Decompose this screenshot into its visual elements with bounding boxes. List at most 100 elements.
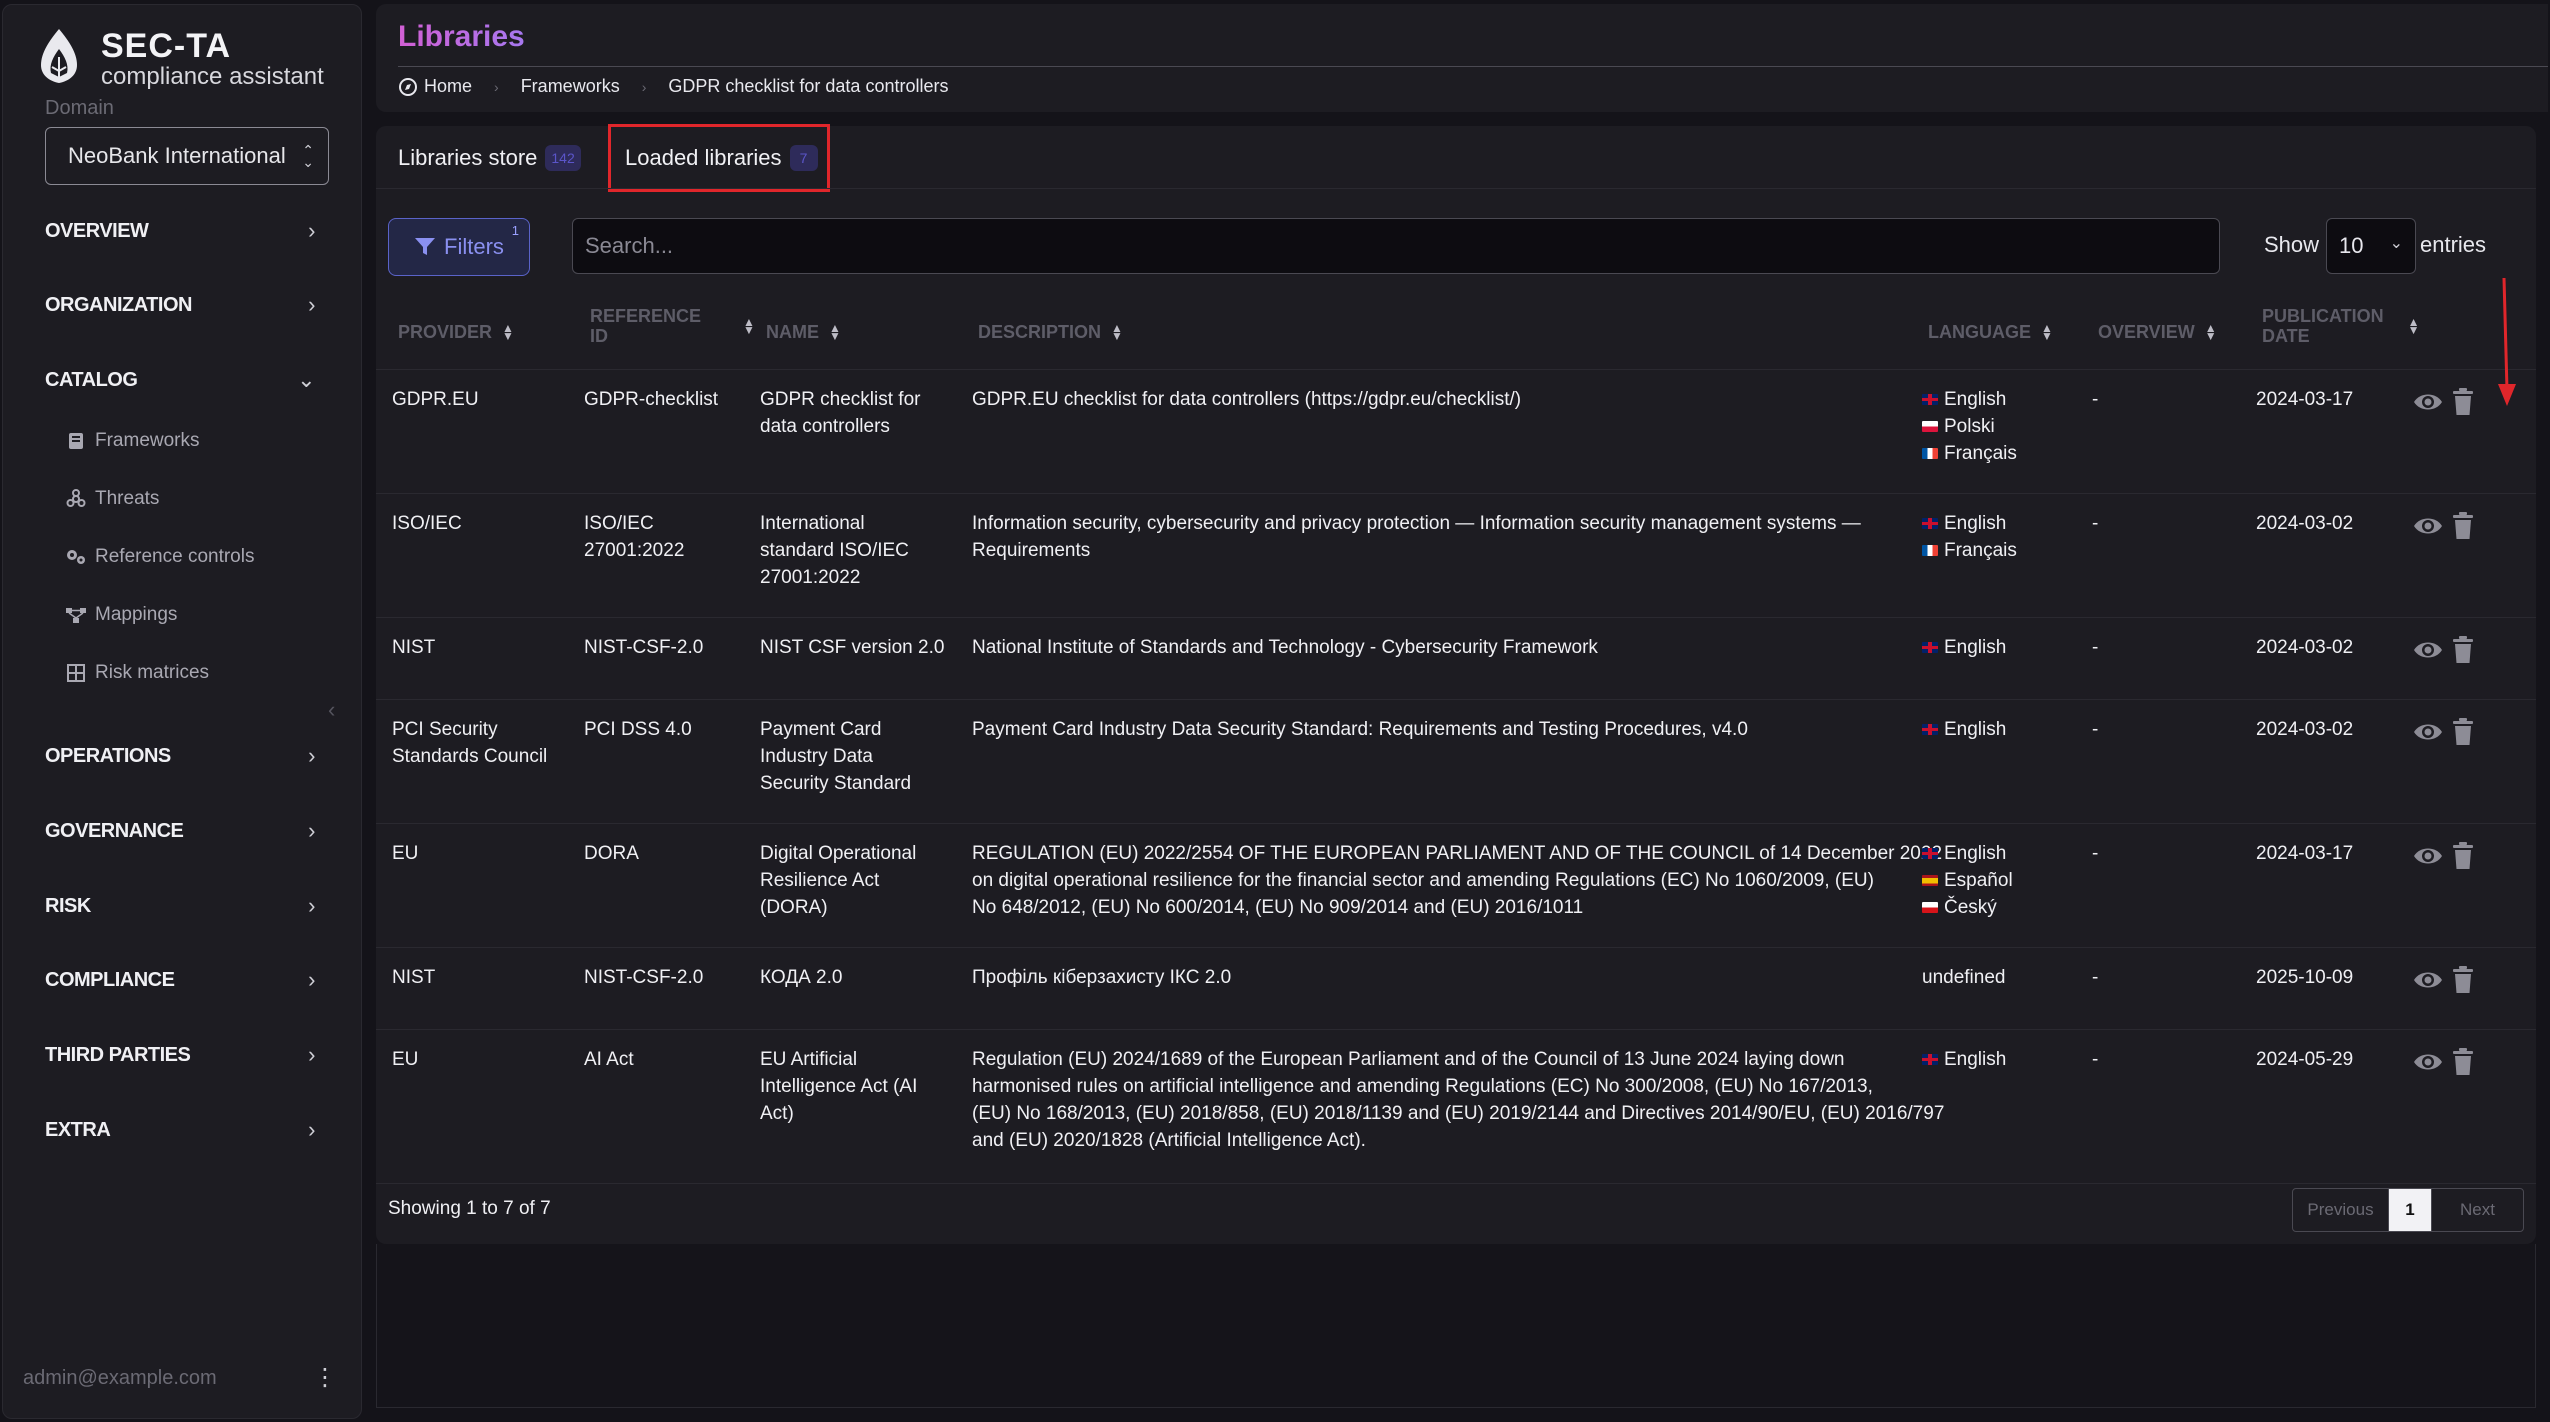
cell-name-line: EU Artificial: [760, 1049, 858, 1070]
table-row[interactable]: EU AI Act EU Artificial Intelligence Act (A…: [376, 1030, 2536, 1184]
cell-name-line: 27001:2022: [760, 567, 861, 588]
cell-publication-date: 2025-10-09: [2256, 967, 2354, 988]
language-item: English: [1922, 386, 2017, 413]
nav-third-parties[interactable]: THIRD PARTIES ›: [45, 1035, 315, 1075]
cell-reference-id: GDPR-checklist: [584, 386, 718, 413]
cell-description-line: on digital operational resilience for th…: [972, 870, 1874, 891]
nav-organization[interactable]: ORGANIZATION ›: [45, 285, 315, 325]
domain-select[interactable]: NeoBank International ⌃ ⌄: [45, 127, 329, 185]
cell-reference-id-line: NIST-CSF-2.0: [584, 967, 704, 988]
nav-item-reference-controls[interactable]: Reference controls: [65, 539, 254, 575]
trash-icon[interactable]: [2452, 1048, 2474, 1076]
cell-description-line: GDPR.EU checklist for data controllers (…: [972, 389, 1522, 410]
trash-icon[interactable]: [2452, 512, 2474, 540]
trash-icon[interactable]: [2452, 636, 2474, 664]
cell-name: КОДА 2.0: [760, 964, 842, 991]
nav-compliance[interactable]: COMPLIANCE ›: [45, 960, 315, 1000]
eye-icon[interactable]: [2412, 720, 2444, 744]
eye-icon[interactable]: [2412, 390, 2444, 414]
cell-reference-id-line: 27001:2022: [584, 540, 685, 561]
page-1-button[interactable]: 1: [2389, 1189, 2431, 1231]
tab-libraries-store-count: 142: [545, 145, 581, 171]
nav-risk[interactable]: RISK ›: [45, 886, 315, 926]
app-logo[interactable]: SEC-TA compliance assistant: [37, 27, 357, 90]
header-divider: [398, 66, 2548, 67]
arrow-annotation-icon: [2498, 278, 2516, 406]
column-provider[interactable]: PROVIDER ▲ ▼: [398, 322, 514, 342]
filters-button[interactable]: Filters 1: [388, 218, 530, 276]
collapse-sidebar-icon[interactable]: ‹: [328, 697, 335, 723]
cell-overview: -: [2092, 513, 2099, 534]
nav-organization-label: ORGANIZATION: [45, 293, 192, 316]
nav-overview[interactable]: OVERVIEW ›: [45, 211, 315, 251]
nav-operations[interactable]: OPERATIONS ›: [45, 736, 315, 776]
column-overview[interactable]: OVERVIEW ▲ ▼: [2098, 322, 2217, 342]
column-reference-id-line1: REFERENCE: [590, 306, 702, 326]
breadcrumb-home[interactable]: Home: [424, 76, 472, 97]
language-name: undefined: [1922, 967, 2006, 988]
cell-name: EU Artificial Intelligence Act (AI Act): [760, 1046, 917, 1127]
nav-governance-label: GOVERNANCE: [45, 819, 184, 842]
nav-item-threats[interactable]: Threats: [65, 481, 159, 517]
nav-item-mappings[interactable]: Mappings: [65, 597, 177, 633]
nav-third-parties-label: THIRD PARTIES: [45, 1043, 191, 1066]
more-vertical-icon[interactable]: ⋮: [313, 1363, 337, 1392]
chevron-down-icon: ⌄: [297, 367, 315, 392]
table-row[interactable]: GDPR.EU GDPR-checklist GDPR checklist for d…: [376, 370, 2536, 494]
trash-icon[interactable]: [2452, 966, 2474, 994]
eye-icon[interactable]: [2412, 638, 2444, 662]
breadcrumb-frameworks[interactable]: Frameworks: [521, 76, 620, 97]
column-language[interactable]: LANGUAGE ▲ ▼: [1928, 322, 2053, 342]
column-publication-date[interactable]: PUBLICATION DATE ▲ ▼: [2262, 306, 2420, 346]
language-name: English: [1944, 513, 2007, 534]
table-row[interactable]: NIST NIST-CSF-2.0 NIST CSF version 2.0 Nati…: [376, 618, 2536, 700]
nav-governance[interactable]: GOVERNANCE ›: [45, 811, 315, 851]
entries-select[interactable]: 10 ⌄: [2326, 218, 2416, 274]
chevron-right-icon: ›: [308, 292, 315, 317]
cell-provider: NIST: [392, 634, 435, 661]
nav-item-frameworks[interactable]: Frameworks: [65, 423, 200, 459]
language-name: English: [1944, 637, 2007, 658]
cell-description-line: and (EU) 2020/1828 (Artificial Intellige…: [972, 1130, 1366, 1151]
cell-name-line: (DORA): [760, 897, 828, 918]
language-name: Polski: [1944, 416, 1995, 437]
cell-reference-id-line: PCI DSS 4.0: [584, 719, 692, 740]
nav-catalog[interactable]: CATALOG ⌄: [45, 360, 315, 400]
eye-icon[interactable]: [2412, 968, 2444, 992]
eye-icon[interactable]: [2412, 844, 2444, 868]
cell-language: English Polski Français: [1922, 386, 2017, 467]
eye-icon[interactable]: [2412, 1050, 2444, 1074]
flag-pl-icon: [1922, 421, 1938, 432]
trash-icon[interactable]: [2452, 718, 2474, 746]
language-name: Français: [1944, 540, 2017, 561]
table-row[interactable]: PCI Security Standards Council PCI DSS 4.0…: [376, 700, 2536, 824]
sort-icon: ▲ ▼: [2407, 315, 2420, 337]
libraries-panel: Libraries store 142 Loaded libraries 7 F…: [376, 124, 2536, 1244]
app-name: SEC-TA: [101, 27, 232, 65]
table-row[interactable]: ISO/IEC ISO/IEC 27001:2022 International sta…: [376, 494, 2536, 618]
cell-description-line: Профіль кіберзахисту ІКС 2.0: [972, 967, 1232, 988]
funnel-icon: [415, 238, 436, 255]
search-input[interactable]: [572, 218, 2220, 274]
trash-icon[interactable]: [2452, 842, 2474, 870]
column-reference-id[interactable]: REFERENCE ID ▲ ▼: [590, 306, 755, 346]
nav-extra[interactable]: EXTRA ›: [45, 1110, 315, 1150]
cell-publication-date: 2024-05-29: [2256, 1049, 2354, 1070]
next-page-button[interactable]: Next: [2431, 1189, 2523, 1231]
cell-overview: -: [2092, 967, 2099, 988]
column-name[interactable]: NAME ▲ ▼: [766, 322, 841, 342]
previous-page-button[interactable]: Previous: [2293, 1189, 2389, 1231]
domain-value: NeoBank International: [68, 143, 286, 168]
column-description[interactable]: DESCRIPTION ▲ ▼: [978, 322, 1123, 342]
cell-overview: -: [2092, 1049, 2099, 1070]
filters-count: 1: [511, 223, 519, 238]
table-row[interactable]: EU DORA Digital Operational Resilience Act (…: [376, 824, 2536, 948]
eye-icon[interactable]: [2412, 514, 2444, 538]
entries-label: entries: [2420, 232, 2487, 257]
tab-libraries-store[interactable]: Libraries store 142: [398, 132, 581, 184]
column-overview-label: OVERVIEW: [2098, 322, 2195, 342]
trash-icon[interactable]: [2452, 388, 2474, 416]
nav-item-risk-matrices[interactable]: Risk matrices: [65, 655, 209, 691]
language-name: Español: [1944, 870, 2013, 891]
table-row[interactable]: NIST NIST-CSF-2.0 КОДА 2.0 Профіль кіберзах…: [376, 948, 2536, 1030]
